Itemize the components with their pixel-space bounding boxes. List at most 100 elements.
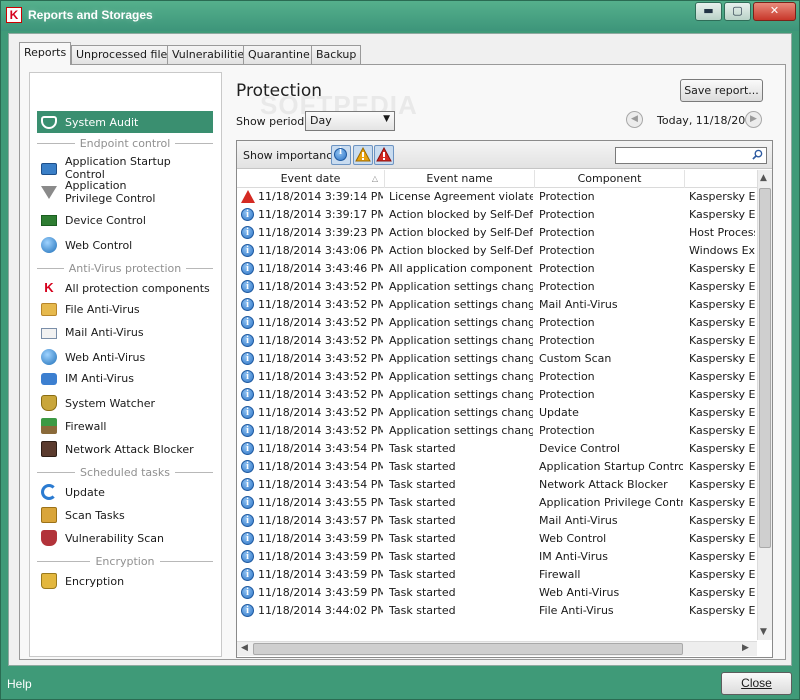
event-date-cell: 11/18/2014 3:43:06 PM (258, 244, 383, 257)
event-name-cell: Application settings changed (389, 406, 533, 419)
reports-tab-page: System Audit Endpoint control Applicatio… (19, 64, 786, 660)
component-cell: Device Control (539, 442, 620, 455)
table-row[interactable]: 11/18/2014 3:43:52 PM Application setting… (237, 296, 757, 314)
info-icon (241, 530, 254, 548)
tab-backup[interactable]: Backup (311, 45, 362, 64)
title-bar[interactable]: K Reports and Storages ▬ ▢ ✕ (1, 1, 799, 31)
application-cell: Kaspersky En (689, 460, 755, 473)
nav-item-mail-anti-virus[interactable]: Mail Anti-Virus (37, 326, 213, 339)
nav-item-web-anti-virus[interactable]: Web Anti-Virus (37, 349, 213, 365)
table-row[interactable]: 11/18/2014 3:43:52 PM Application setting… (237, 314, 757, 332)
column-header-event-date[interactable]: Event date △ (237, 170, 385, 188)
page-title: Protection (236, 81, 323, 101)
info-filter-button[interactable] (331, 145, 351, 165)
component-cell: Application Startup Control (539, 460, 683, 473)
table-row[interactable]: 11/18/2014 3:43:59 PM Task started Web Con… (237, 530, 757, 548)
table-row[interactable]: 11/18/2014 3:44:02 PM Task started File An… (237, 602, 757, 620)
nav-item-all-protection-components[interactable]: K All protection components (37, 280, 213, 296)
tab-vulnerabilities[interactable]: Vulnerabilities (167, 45, 255, 64)
nav-item-update[interactable]: Update (37, 484, 213, 500)
table-row[interactable]: 11/18/2014 3:43:54 PM Task started Network… (237, 476, 757, 494)
column-header-application[interactable] (685, 170, 757, 188)
firewall-icon (41, 418, 57, 434)
nav-item-file-anti-virus[interactable]: File Anti-Virus (37, 303, 213, 316)
scroll-left-icon[interactable]: ◀ (241, 643, 248, 653)
report-window: K Reports and Storages ▬ ▢ ✕ Reports Unp… (0, 0, 800, 700)
nav-item-im-anti-virus[interactable]: IM Anti-Virus (37, 372, 213, 385)
application-cell: Kaspersky En (689, 478, 755, 491)
minimize-button[interactable]: ▬ (695, 2, 722, 21)
table-row[interactable]: 11/18/2014 3:43:46 PM All application com… (237, 260, 757, 278)
table-row[interactable]: 11/18/2014 3:43:52 PM Application setting… (237, 332, 757, 350)
table-row[interactable]: 11/18/2014 3:43:57 PM Task started Mail An… (237, 512, 757, 530)
horizontal-scrollbar[interactable]: ◀ ▶ (237, 641, 757, 656)
nav-item-system-audit[interactable]: System Audit (37, 111, 213, 133)
nav-item-vulnerability-scan[interactable]: Vulnerability Scan (37, 530, 213, 546)
nav-item-application-privilege-control[interactable]: Application Privilege Control (37, 178, 213, 206)
table-row[interactable]: 11/18/2014 3:43:54 PM Task started Device … (237, 440, 757, 458)
table-row[interactable]: 11/18/2014 3:43:59 PM Task started Web Ant… (237, 584, 757, 602)
scroll-down-icon[interactable]: ▼ (760, 627, 767, 637)
table-row[interactable]: 11/18/2014 3:43:52 PM Application setting… (237, 404, 757, 422)
table-row[interactable]: 11/18/2014 3:43:52 PM Application setting… (237, 278, 757, 296)
scroll-right-icon[interactable]: ▶ (742, 643, 749, 653)
table-row[interactable]: 11/18/2014 3:43:54 PM Task started Applica… (237, 458, 757, 476)
table-row[interactable]: 11/18/2014 3:39:23 PM Action blocked by S… (237, 224, 757, 242)
table-row[interactable]: 11/18/2014 3:39:14 PM License Agreement v… (237, 188, 757, 206)
table-row[interactable]: 11/18/2014 3:43:06 PM Action blocked by S… (237, 242, 757, 260)
application-cell: Kaspersky En (689, 514, 755, 527)
application-cell: Windows Exp (689, 244, 755, 257)
table-row[interactable]: 11/18/2014 3:43:52 PM Application setting… (237, 350, 757, 368)
event-date-cell: 11/18/2014 3:43:52 PM (258, 298, 383, 311)
close-window-button[interactable]: ✕ (753, 2, 796, 21)
arrow-left-icon: ◀ (631, 114, 638, 124)
info-icon (241, 206, 254, 224)
info-icon (241, 404, 254, 422)
table-row[interactable]: 11/18/2014 3:43:52 PM Application setting… (237, 368, 757, 386)
update-icon (41, 484, 57, 500)
table-row[interactable]: 11/18/2014 3:43:52 PM Application setting… (237, 422, 757, 440)
vertical-scrollbar[interactable]: ▲ ▼ (757, 170, 772, 640)
globe-icon (41, 349, 57, 365)
table-row[interactable]: 11/18/2014 3:43:52 PM Application setting… (237, 386, 757, 404)
column-header-event-name[interactable]: Event name (385, 170, 535, 188)
nav-item-system-watcher[interactable]: System Watcher (37, 395, 213, 411)
info-icon (241, 512, 254, 530)
table-row[interactable]: 11/18/2014 3:43:55 PM Task started Applica… (237, 494, 757, 512)
tab-reports[interactable]: Reports (19, 42, 72, 65)
nav-item-encryption[interactable]: Encryption (37, 573, 213, 589)
application-cell: Kaspersky En (689, 388, 755, 401)
nav-item-web-control[interactable]: Web Control (37, 237, 213, 253)
save-report-button[interactable]: Save report... (680, 79, 763, 102)
warning-filter-button[interactable] (353, 145, 373, 165)
tab-quarantine[interactable]: Quarantine (243, 45, 315, 64)
show-period-select[interactable]: Day ▼ (305, 111, 395, 131)
table-row[interactable]: 11/18/2014 3:43:59 PM Task started IM Anti… (237, 548, 757, 566)
table-row[interactable]: 11/18/2014 3:43:59 PM Task started Firewal… (237, 566, 757, 584)
table-header: Event date △ Event name Component (237, 170, 757, 188)
search-input[interactable] (615, 147, 767, 164)
event-name-cell: Application settings changed (389, 334, 533, 347)
tab-unprocessed-files[interactable]: Unprocessed files (71, 45, 179, 64)
close-button[interactable]: Close (721, 672, 792, 695)
info-icon (241, 458, 254, 476)
help-link[interactable]: Help (7, 677, 32, 691)
nav-item-network-attack-blocker[interactable]: Network Attack Blocker (37, 441, 213, 457)
next-period-button[interactable]: ▶ (745, 111, 762, 128)
nav-item-device-control[interactable]: Device Control (37, 214, 213, 227)
chevron-down-icon: ▼ (383, 114, 390, 124)
column-header-component[interactable]: Component (535, 170, 685, 188)
nav-item-scan-tasks[interactable]: Scan Tasks (37, 507, 213, 523)
previous-period-button[interactable]: ◀ (626, 111, 643, 128)
table-row[interactable]: 11/18/2014 3:39:17 PM Action blocked by S… (237, 206, 757, 224)
component-cell: Custom Scan (539, 352, 612, 365)
horizontal-scroll-thumb[interactable] (253, 643, 683, 655)
critical-filter-button[interactable] (374, 145, 394, 165)
info-icon (241, 296, 254, 314)
nav-item-firewall[interactable]: Firewall (37, 418, 213, 434)
encryption-icon (41, 573, 57, 589)
vertical-scroll-thumb[interactable] (759, 188, 771, 548)
component-cell: Network Attack Blocker (539, 478, 668, 491)
maximize-button[interactable]: ▢ (724, 2, 751, 21)
scroll-up-icon[interactable]: ▲ (760, 173, 767, 183)
